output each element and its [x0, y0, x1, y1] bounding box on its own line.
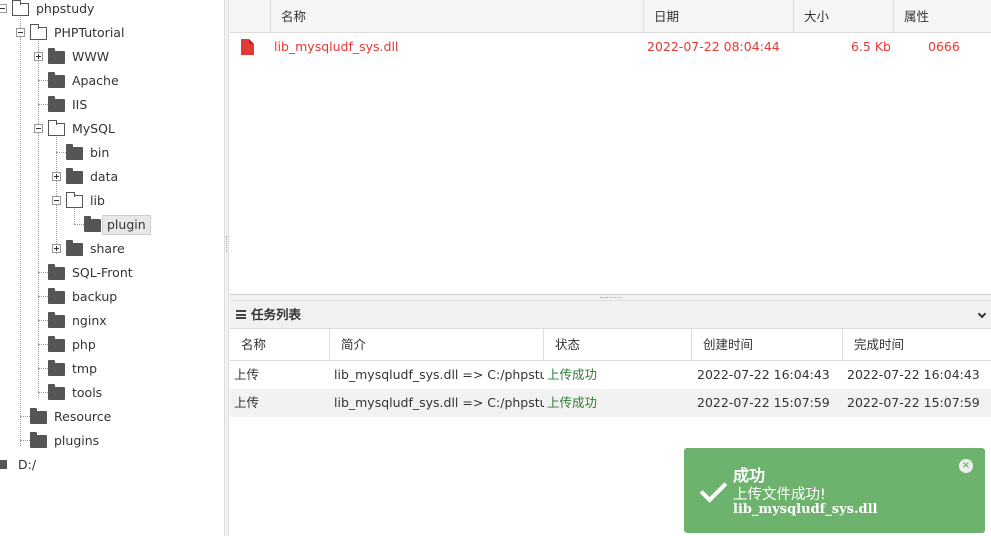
folder-icon: [66, 144, 83, 160]
expand-toggle-icon[interactable]: [34, 52, 43, 61]
drive-icon: [0, 460, 7, 469]
tree-item-iis[interactable]: IIS: [68, 96, 91, 114]
task-intro: lib_mysqludf_sys.dll => C:/phpstudy: [334, 395, 544, 410]
task-created: 2022-07-22 15:07:59: [697, 395, 830, 410]
tree-item-www[interactable]: WWW: [68, 48, 113, 66]
toast-filename: lib_mysqludf_sys.dll: [733, 502, 878, 517]
tree-item-apache[interactable]: Apache: [68, 72, 123, 90]
collapse-toggle-icon[interactable]: [16, 28, 25, 37]
collapse-toggle-icon[interactable]: [52, 196, 61, 205]
task-created: 2022-07-22 16:04:43: [697, 367, 830, 382]
folder-icon: [30, 432, 47, 448]
toast-message: 上传文件成功!: [733, 487, 826, 503]
tree-item-tools[interactable]: tools: [68, 384, 106, 402]
tree-item-phpstudy[interactable]: phpstudy: [32, 0, 98, 18]
tree-item-plugin[interactable]: plugin: [102, 215, 151, 235]
task-finished: 2022-07-22 16:04:43: [847, 367, 980, 382]
tree-item-tmp[interactable]: tmp: [68, 360, 101, 378]
file-column-attr[interactable]: 属性: [893, 0, 991, 33]
task-name: 上传: [234, 367, 260, 382]
folder-icon: [48, 96, 65, 112]
folder-open-icon: [48, 120, 65, 136]
folder-icon: [30, 408, 47, 424]
folder-open-icon: [66, 192, 83, 208]
vertical-splitter[interactable]: [224, 0, 229, 536]
folder-icon: [48, 264, 65, 280]
folder-icon: [48, 72, 65, 88]
folder-icon: [48, 360, 65, 376]
file-row[interactable]: lib_mysqludf_sys.dll 2022-07-22 08:04:44…: [230, 34, 991, 60]
list-icon: [236, 310, 246, 319]
folder-icon: [48, 48, 65, 64]
tree-item-backup[interactable]: backup: [68, 288, 121, 306]
task-intro: lib_mysqludf_sys.dll => C:/phpstudy: [334, 367, 544, 382]
task-name: 上传: [234, 395, 260, 410]
task-row[interactable]: 上传 lib_mysqludf_sys.dll => C:/phpstudy 上…: [230, 389, 991, 417]
tree-item-drive-d[interactable]: D:/: [14, 456, 40, 474]
tree-item-lib[interactable]: lib: [86, 192, 109, 210]
task-status: 上传成功: [547, 367, 598, 382]
folder-icon: [84, 216, 101, 232]
tree-item-nginx[interactable]: nginx: [68, 312, 111, 330]
task-column-finished[interactable]: 完成时间: [842, 329, 991, 361]
task-table-header: 名称 简介 状态 创建时间 完成时间: [230, 329, 991, 361]
task-column-name[interactable]: 名称: [230, 329, 329, 361]
folder-icon: [48, 384, 65, 400]
task-column-status[interactable]: 状态: [543, 329, 691, 361]
task-panel-header: 任务列表: [230, 301, 991, 329]
folder-icon: [66, 168, 83, 184]
file-attr: 0666: [928, 39, 960, 54]
folder-icon: [48, 288, 65, 304]
file-date: 2022-07-22 08:04:44: [647, 39, 780, 54]
collapse-toggle-icon[interactable]: [0, 4, 7, 13]
tree-item-sql-front[interactable]: SQL-Front: [68, 264, 137, 282]
task-finished: 2022-07-22 15:07:59: [847, 395, 980, 410]
file-icon: [241, 39, 254, 55]
tree-item-mysql[interactable]: MySQL: [68, 120, 119, 138]
task-status: 上传成功: [547, 395, 598, 410]
tree-item-resource[interactable]: Resource: [50, 408, 115, 426]
file-size: 6.5 Kb: [851, 39, 891, 54]
tree-item-plugins[interactable]: plugins: [50, 432, 103, 450]
task-row[interactable]: 上传 lib_mysqludf_sys.dll => C:/phpstudy 上…: [230, 361, 991, 389]
file-list-header: 名称 日期 大小 属性: [230, 0, 991, 33]
success-toast[interactable]: 成功 上传文件成功! lib_mysqludf_sys.dll ×: [684, 448, 985, 533]
folder-icon: [48, 336, 65, 352]
checkmark-icon: [699, 475, 728, 503]
folder-icon: [48, 312, 65, 328]
chevron-down-icon[interactable]: [977, 309, 987, 319]
tree-item-bin[interactable]: bin: [86, 144, 113, 162]
folder-open-icon: [12, 0, 29, 16]
task-column-intro[interactable]: 简介: [329, 329, 543, 361]
directory-tree: phpstudy PHPTutorial WWW Apache IIS MySQ…: [0, 0, 224, 536]
expand-toggle-icon[interactable]: [52, 244, 61, 253]
folder-icon: [66, 240, 83, 256]
file-name: lib_mysqludf_sys.dll: [274, 39, 399, 54]
file-column-size[interactable]: 大小: [793, 0, 893, 33]
file-column-date[interactable]: 日期: [643, 0, 793, 33]
file-column-icon[interactable]: [230, 0, 270, 33]
collapse-toggle-icon[interactable]: [34, 124, 43, 133]
tree-item-data[interactable]: data: [86, 168, 122, 186]
close-icon[interactable]: ×: [959, 459, 973, 473]
file-column-name[interactable]: 名称: [270, 0, 643, 33]
tree-item-php[interactable]: php: [68, 336, 100, 354]
tree-item-share[interactable]: share: [86, 240, 129, 258]
task-column-created[interactable]: 创建时间: [691, 329, 842, 361]
tree-item-phptutorial[interactable]: PHPTutorial: [50, 24, 128, 42]
file-list: 名称 日期 大小 属性 lib_mysqludf_sys.dll 2022-07…: [230, 0, 991, 295]
folder-open-icon: [30, 24, 47, 40]
task-panel-title: 任务列表: [251, 307, 302, 322]
expand-toggle-icon[interactable]: [52, 172, 61, 181]
